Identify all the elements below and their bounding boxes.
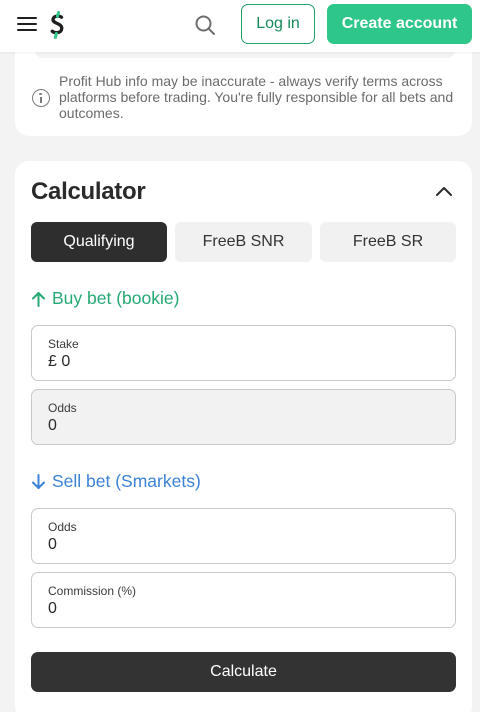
buy-bet-heading: Buy bet (bookie) (31, 288, 179, 309)
tab-freeb-snr[interactable]: FreeB SNR (175, 222, 312, 262)
buy-odds-value[interactable]: 0 (48, 417, 57, 435)
sell-odds-field[interactable]: Odds 0 (31, 508, 456, 564)
buy-odds-label: Odds (48, 401, 77, 415)
hamburger-icon[interactable] (15, 14, 39, 36)
chevron-up-icon[interactable] (433, 180, 455, 202)
search-icon[interactable] (193, 13, 217, 37)
arrow-up-icon (32, 291, 45, 307)
stake-value[interactable]: £ 0 (48, 353, 70, 371)
login-button[interactable]: Log in (241, 4, 315, 44)
tab-freeb-sr[interactable]: FreeB SR (320, 222, 456, 262)
arrow-down-icon (32, 473, 45, 489)
stake-label: Stake (48, 337, 79, 351)
sell-odds-label: Odds (48, 520, 77, 534)
stake-field[interactable]: Stake £ 0 (31, 325, 456, 381)
calculator-title: Calculator (31, 178, 146, 205)
disclaimer-text: Profit Hub info may be inaccurate - alwa… (59, 73, 454, 122)
calculate-button[interactable]: Calculate (31, 652, 456, 692)
info-icon (32, 89, 50, 107)
buy-odds-field[interactable]: Odds 0 (31, 389, 456, 445)
buy-bet-label: Buy bet (bookie) (52, 288, 180, 308)
profit-hub-logo[interactable] (46, 11, 68, 39)
create-account-button[interactable]: Create account (327, 4, 472, 44)
sell-odds-value[interactable]: 0 (48, 536, 57, 554)
calculator-card: Calculator Qualifying FreeB SNR FreeB SR… (15, 161, 472, 712)
commission-label: Commission (%) (48, 584, 137, 598)
commission-field[interactable]: Commission (%) 0 (31, 572, 456, 628)
sell-bet-label: Sell bet (Smarkets) (52, 471, 201, 491)
sell-bet-heading: Sell bet (Smarkets) (31, 471, 201, 492)
tab-qualifying[interactable]: Qualifying (31, 222, 167, 262)
commission-value[interactable]: 0 (48, 600, 57, 618)
top-header: Log in Create account (0, 0, 480, 52)
